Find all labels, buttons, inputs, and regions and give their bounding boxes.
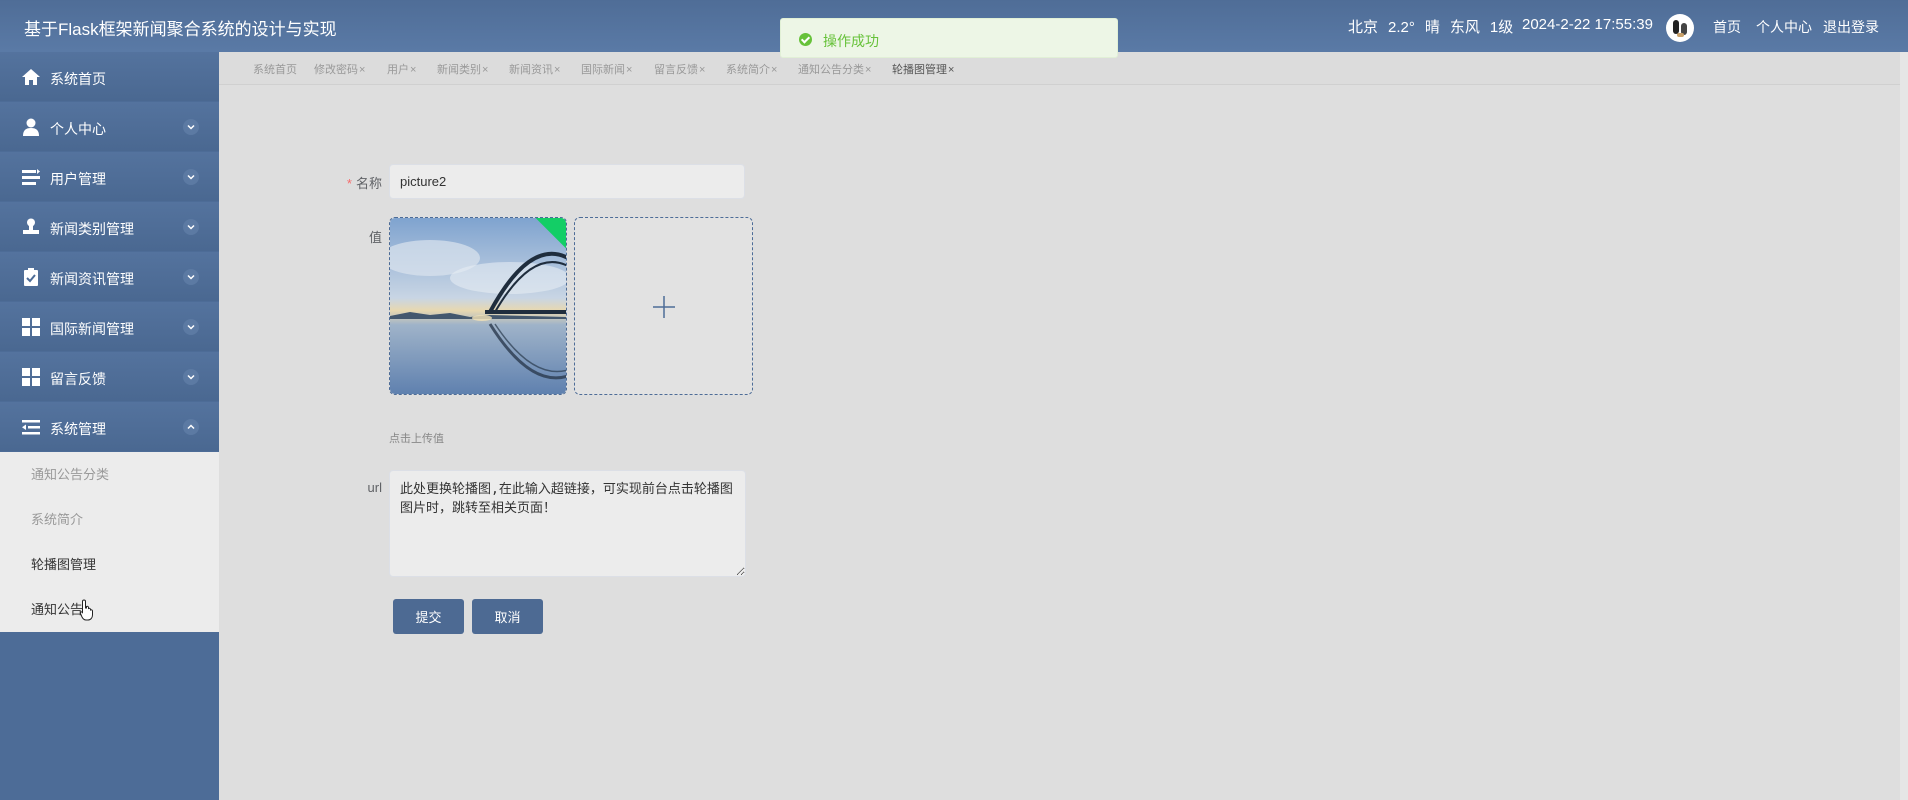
sidebar-item-home[interactable]: 系统首页: [0, 52, 219, 101]
url-label: url: [367, 480, 382, 495]
grid-icon: [22, 318, 40, 336]
cancel-button[interactable]: 取消: [472, 599, 543, 634]
weather-wind: 东风: [1449, 19, 1480, 36]
bridge-image: [390, 218, 566, 394]
vertical-scrollbar[interactable]: [1900, 52, 1908, 800]
chevron-down-icon: [183, 169, 199, 185]
sidebar-item-label: 系统管理: [50, 421, 106, 437]
user-icon: [23, 118, 39, 136]
tab-feedback[interactable]: 留言反馈×: [654, 61, 705, 77]
submenu-item-system-intro[interactable]: 系统简介: [0, 497, 219, 542]
sidebar-item-label: 新闻类别管理: [50, 221, 134, 237]
sidebar-item-label: 系统首页: [50, 71, 106, 87]
close-icon[interactable]: ×: [482, 64, 488, 76]
sidebar-item-profile[interactable]: 个人中心: [0, 102, 219, 151]
sidebar: 系统首页 个人中心 用户管理 新闻类别管理 新闻资讯管理 国际新闻管理 留言反馈…: [0, 52, 219, 800]
tab-home[interactable]: 系统首页: [253, 61, 297, 77]
home-icon: [22, 69, 40, 85]
grid-icon: [22, 368, 40, 386]
tab-users[interactable]: 用户×: [387, 61, 416, 77]
hand-cursor-icon: [80, 599, 93, 621]
weather-temp: 2.2°: [1388, 19, 1415, 36]
weather-city: 北京: [1348, 19, 1379, 36]
close-icon[interactable]: ×: [554, 64, 560, 76]
submit-button[interactable]: 提交: [393, 599, 464, 634]
sidebar-item-world-news[interactable]: 国际新闻管理: [0, 302, 219, 351]
sidebar-item-news-info[interactable]: 新闻资讯管理: [0, 252, 219, 301]
uploaded-image-thumbnail[interactable]: [389, 217, 567, 395]
url-textarea[interactable]: 此处更换轮播图,在此输入超链接，可实现前台点击轮播图图片时，跳转至相关页面！: [389, 470, 746, 577]
sidebar-item-news-category[interactable]: 新闻类别管理: [0, 202, 219, 251]
chevron-down-icon: [183, 269, 199, 285]
name-label: * 名称: [346, 176, 382, 191]
close-icon[interactable]: ×: [948, 64, 954, 76]
close-icon[interactable]: ×: [410, 64, 416, 76]
check-circle-icon: [799, 33, 812, 46]
chevron-down-icon: [183, 219, 199, 235]
submenu-item-notice-category[interactable]: 通知公告分类: [0, 452, 219, 497]
home-link[interactable]: 首页: [1713, 17, 1741, 37]
toast-message: 操作成功: [823, 33, 879, 49]
sidebar-item-users[interactable]: 用户管理: [0, 152, 219, 201]
chevron-down-icon: [183, 369, 199, 385]
avatar[interactable]: [1666, 14, 1694, 42]
clipboard-check-icon: [24, 268, 38, 286]
datetime: 2024-2-22 17:55:39: [1522, 16, 1653, 33]
chevron-down-icon: [183, 319, 199, 335]
sidebar-item-system[interactable]: 系统管理: [0, 402, 219, 451]
close-icon[interactable]: ×: [771, 64, 777, 76]
stamp-icon: [23, 218, 39, 234]
upload-tip: 点击上传值: [389, 433, 444, 445]
profile-link[interactable]: 个人中心: [1756, 17, 1812, 37]
menu-indent-icon: [22, 420, 40, 435]
plus-icon: [653, 296, 675, 318]
close-icon[interactable]: ×: [699, 64, 705, 76]
sidebar-item-label: 国际新闻管理: [50, 321, 134, 337]
required-mark: *: [346, 176, 352, 191]
weather-condition: 晴: [1424, 19, 1440, 36]
tab-news-category[interactable]: 新闻类别×: [437, 61, 488, 77]
weather-level: 1级: [1489, 19, 1514, 36]
tab-world-news[interactable]: 国际新闻×: [581, 61, 632, 77]
tab-carousel[interactable]: 轮播图管理×: [892, 61, 954, 77]
system-submenu: 通知公告分类 系统简介 轮播图管理 通知公告: [0, 452, 219, 632]
tab-system-intro[interactable]: 系统简介×: [726, 61, 777, 77]
app-title: 基于Flask框架新闻聚合系统的设计与实现: [24, 20, 337, 39]
sidebar-item-label: 个人中心: [50, 121, 106, 137]
close-icon[interactable]: ×: [359, 64, 365, 76]
sidebar-item-label: 用户管理: [50, 171, 106, 187]
tab-notice-category[interactable]: 通知公告分类×: [798, 61, 871, 77]
upload-add-button[interactable]: [574, 217, 753, 395]
chevron-up-icon: [183, 419, 199, 435]
submenu-item-carousel[interactable]: 轮播图管理: [0, 542, 219, 587]
sidebar-item-label: 留言反馈: [50, 371, 106, 387]
chevron-down-icon: [183, 119, 199, 135]
submenu-item-label: 通知公告: [31, 602, 84, 617]
tab-news-info[interactable]: 新闻资讯×: [509, 61, 560, 77]
sidebar-item-label: 新闻资讯管理: [50, 271, 134, 287]
weather-info: 北京 2.2° 晴东风 1级: [1348, 16, 1523, 37]
close-icon[interactable]: ×: [865, 64, 871, 76]
tab-change-password[interactable]: 修改密码×: [314, 61, 365, 77]
submenu-item-notice[interactable]: 通知公告: [0, 587, 219, 632]
logout-link[interactable]: 退出登录: [1823, 17, 1879, 37]
value-label: 值: [368, 230, 382, 245]
name-input[interactable]: [389, 164, 745, 199]
success-toast: 操作成功: [780, 18, 1118, 58]
list-icon: [22, 169, 40, 185]
sidebar-item-feedback[interactable]: 留言反馈: [0, 352, 219, 401]
close-icon[interactable]: ×: [626, 64, 632, 76]
